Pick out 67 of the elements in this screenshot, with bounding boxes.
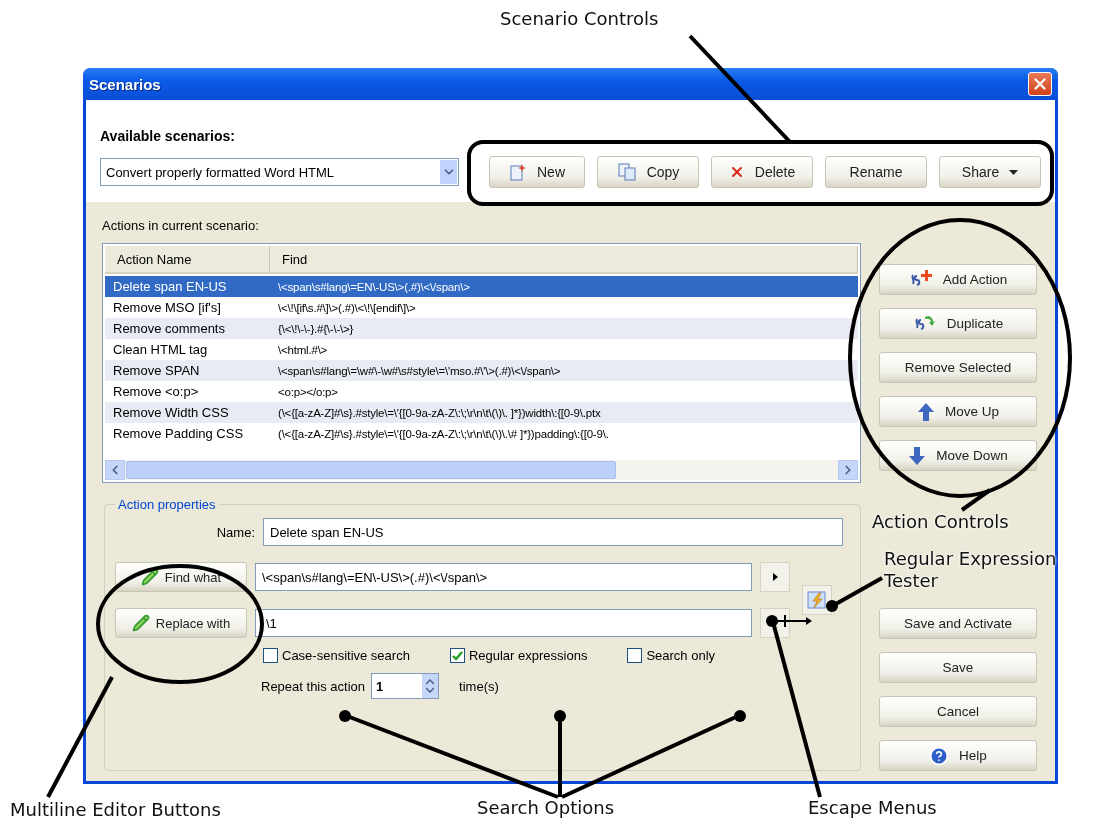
toolbar-button[interactable]: Rename	[825, 156, 927, 188]
toolbar-button[interactable]: Delete	[711, 156, 813, 188]
scroll-left-button[interactable]	[105, 460, 125, 480]
callout-label: Regular Expression Tester	[884, 548, 1058, 592]
connector-arrow	[777, 614, 812, 628]
pencil-icon	[131, 614, 150, 632]
close-button[interactable]	[1028, 72, 1052, 96]
toolbar-button[interactable]: Copy	[597, 156, 699, 188]
spin-arrows-icon	[422, 674, 439, 698]
down-arrow-icon	[908, 445, 927, 466]
window-title: Scenarios	[89, 75, 161, 93]
replace-with-button[interactable]: Replace with	[115, 608, 247, 638]
close-icon	[1031, 75, 1049, 93]
action-button[interactable]: Remove Selected	[879, 352, 1037, 383]
scroll-right-button[interactable]	[838, 460, 858, 480]
action-row[interactable]: Delete span EN-US \<span\s#lang\=EN\-US\>(.#)\<\/span\>	[105, 276, 858, 297]
name-field[interactable]: Delete span EN-US	[263, 518, 843, 546]
name-label: Name:	[215, 524, 255, 540]
play-arrow-icon	[772, 573, 778, 581]
callout-label: Action Controls	[872, 511, 1009, 533]
action-button[interactable]: Duplicate	[879, 308, 1037, 339]
actions-label: Actions in current scenario:	[102, 218, 260, 233]
up-arrow-icon	[917, 401, 935, 422]
times-label: time(s)	[459, 678, 499, 694]
checkbox[interactable]	[627, 648, 643, 663]
scroll-thumb[interactable]	[126, 461, 616, 479]
help-icon	[929, 745, 950, 766]
repeat-label: Repeat this action	[261, 678, 366, 694]
replace-field[interactable]: \1	[255, 609, 752, 637]
dialog-button[interactable]: Save and Activate	[879, 608, 1037, 639]
pencil-icon	[140, 568, 159, 586]
callout-label: Multiline Editor Buttons	[10, 799, 221, 821]
dialog-button[interactable]: Help	[879, 740, 1037, 771]
action-button[interactable]: Move Up	[879, 396, 1037, 427]
action-row[interactable]: Remove SPAN \<span\s#lang\=\w#\-\w#\s#style\=\'mso.#\'\>(.#)\<\/span\>	[105, 360, 858, 381]
checkbox[interactable]	[263, 648, 278, 663]
find-field[interactable]: \<span\s#lang\=EN\-US\>(.#)\<\/span\>	[255, 563, 752, 591]
repeat-spinner[interactable]: 1	[371, 673, 440, 699]
action-button[interactable]: Move Down	[879, 440, 1037, 471]
copy-icon	[616, 163, 637, 181]
scenario-dropdown[interactable]: Convert properly formatted Word HTML	[100, 158, 459, 186]
callout-label: Escape Menus	[808, 797, 937, 819]
action-row[interactable]: Remove Width CSS (\<{[a-zA-Z]#\s}.#style\=\'{[0-9a-zA-Z\:\;\r\n\t\(\)\. ]*})width\:{[0-9\.ptx	[105, 402, 858, 423]
horizontal-scrollbar[interactable]	[105, 460, 858, 480]
callout-label: Scenario Controls	[500, 8, 659, 30]
scenarios-label: Available scenarios:	[100, 128, 236, 144]
dialog-button[interactable]: Save	[879, 652, 1037, 683]
dialog-button[interactable]: Cancel	[879, 696, 1037, 727]
checkbox[interactable]	[449, 648, 465, 663]
option-checkbox[interactable]: Search only	[627, 648, 716, 663]
option-checkbox[interactable]: Regular expressions	[449, 648, 588, 663]
leader-line	[960, 488, 992, 512]
callout-label: Search Options	[477, 797, 614, 819]
column-header[interactable]: Find	[270, 246, 858, 272]
lightning-icon	[807, 590, 827, 610]
new-document-icon	[509, 163, 527, 181]
action-button[interactable]: Add Action	[879, 264, 1037, 295]
column-header[interactable]: Action Name	[105, 246, 270, 272]
regex-tester-button[interactable]	[802, 585, 832, 615]
chevron-down-icon	[440, 160, 457, 184]
leader-line	[826, 576, 883, 612]
group-title: Action properties	[117, 497, 217, 512]
dropdown-caret-icon	[1009, 169, 1019, 175]
option-checkbox[interactable]: Case-sensitive search	[263, 648, 410, 663]
toolbar-button[interactable]: New	[489, 156, 585, 188]
action-row[interactable]: Remove comments {\<\!\-\-}.#{\-\-\>}	[105, 318, 858, 339]
toolbar-button[interactable]: Share	[939, 156, 1041, 188]
